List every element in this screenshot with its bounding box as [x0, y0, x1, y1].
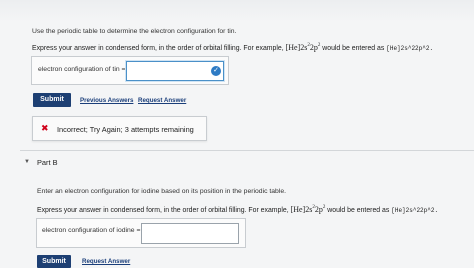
- part-a-field-label: electron configuration of tin =: [38, 66, 126, 73]
- check-icon: ✓: [211, 66, 221, 76]
- section-divider: [20, 150, 474, 151]
- incorrect-feedback: ✖ Incorrect; Try Again; 3 attempts remai…: [32, 116, 207, 141]
- part-a-format-text: Express your answer in condensed form, i…: [32, 45, 284, 52]
- part-b-request-answer-link[interactable]: Request Answer: [82, 258, 130, 265]
- part-a-example-math: [He]2s22p2: [285, 43, 321, 52]
- part-b-answer-box: electron configuration of iodine =: [36, 218, 246, 248]
- feedback-message: Incorrect; Try Again; 3 attempts remaini…: [57, 125, 194, 134]
- part-a-submit-button[interactable]: Submit: [33, 93, 71, 107]
- part-a-request-answer-link[interactable]: Request Answer: [138, 97, 186, 104]
- part-b-submit-button[interactable]: Submit: [37, 255, 71, 268]
- part-a-answer-box: electron configuration of tin = ✓: [31, 56, 229, 85]
- part-b-answer-input[interactable]: [141, 223, 239, 244]
- part-a-format-line: Express your answer in condensed form, i…: [32, 43, 433, 52]
- part-a-entered-code: [He]2s^22p^2.: [386, 45, 434, 52]
- part-b-entered-as: would be entered as: [327, 207, 390, 214]
- part-b-title[interactable]: Part B: [37, 158, 58, 167]
- previous-answers-link[interactable]: Previous Answers: [80, 97, 133, 104]
- collapse-caret-icon[interactable]: ▼: [24, 159, 30, 165]
- x-icon: ✖: [41, 123, 49, 133]
- part-a-answer-input[interactable]: ✓: [126, 61, 224, 81]
- part-b-example-math: [He]2s22p2: [290, 205, 326, 214]
- header-strip: ​: [0, 0, 474, 22]
- part-b-entered-code: [He]2s^22p^2.: [391, 207, 439, 214]
- part-a-entered-as: would be entered as: [322, 45, 385, 52]
- part-a-instruction: Use the periodic table to determine the …: [32, 28, 237, 35]
- part-b-format-text: Express your answer in condensed form, i…: [37, 207, 289, 214]
- part-b-instruction: Enter an electron configuration for iodi…: [37, 188, 286, 195]
- part-b-field-label: electron configuration of iodine =: [42, 227, 141, 234]
- part-b-format-line: Express your answer in condensed form, i…: [37, 205, 438, 214]
